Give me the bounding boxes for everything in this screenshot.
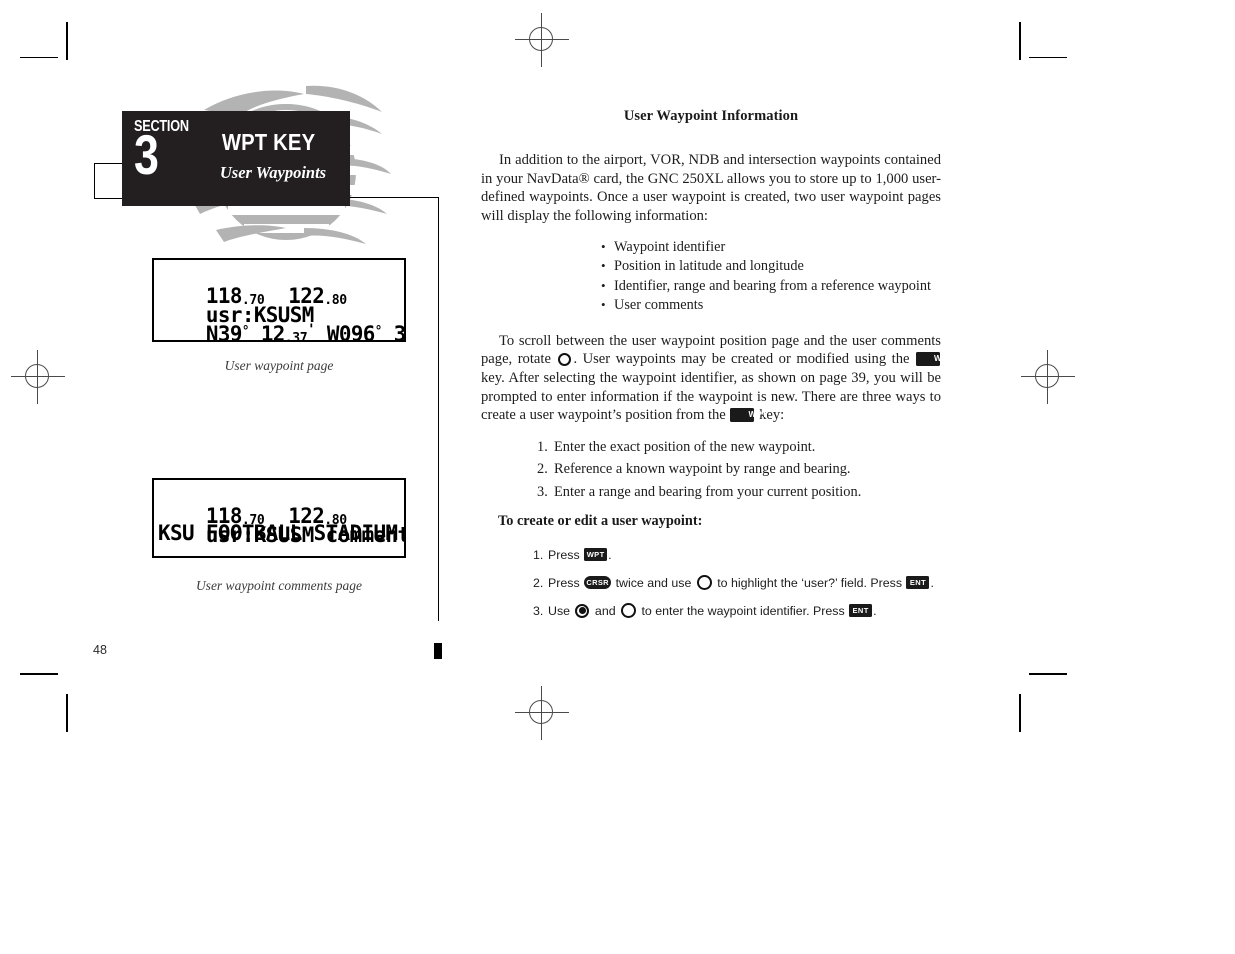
ent-key-icon[interactable]: ENT xyxy=(906,576,930,590)
section-subtitle: User Waypoints xyxy=(219,163,327,182)
wpt-key-icon[interactable]: WPT xyxy=(730,407,767,422)
caption-user-waypoint-page: User waypoint page xyxy=(224,358,334,373)
list-item: Use and to enter the waypoint identifier… xyxy=(533,597,941,625)
step3-part3: to enter the waypoint identifier. Press xyxy=(638,603,849,618)
footer-tab-mark xyxy=(434,643,442,659)
procedure-title: To create or edit a user waypoint: xyxy=(498,512,703,529)
gps-line-comment-text: KSU FOOTBALL STADIUM xyxy=(158,521,398,546)
procedure-step-list: Press WPT. Press CRSR twice and use to h… xyxy=(481,541,941,625)
creation-methods-list: Enter the exact position of the new wayp… xyxy=(481,436,941,504)
list-item: Identifier, range and bearing from a ref… xyxy=(601,276,941,296)
step2-part3: to highlight the ‘user?’ field. Press xyxy=(713,575,906,590)
crsr-key-icon[interactable]: CRSR xyxy=(584,576,612,590)
section-header: SECTION 3 WPT KEY User Waypoints xyxy=(122,111,350,206)
list-item: Enter a range and bearing from your curr… xyxy=(537,481,862,504)
step2-part2: twice and use xyxy=(612,575,695,590)
waypoint-info-bullet-list: Waypoint identifier Position in latitude… xyxy=(481,237,941,315)
crop-mark-bottom-left-horizontal xyxy=(20,673,58,675)
ref-gap xyxy=(277,341,301,342)
from-waypoint: KTOP xyxy=(230,341,278,342)
crop-mark-top-left-horizontal xyxy=(20,56,58,59)
outer-knob-icon xyxy=(621,603,637,619)
registration-circle xyxy=(529,27,553,51)
outer-knob-icon xyxy=(558,352,572,366)
page-number: 48 xyxy=(93,643,107,657)
scroll-instructions-paragraph: To scroll between the user waypoint posi… xyxy=(481,332,953,425)
list-item: Press CRSR twice and use to highlight th… xyxy=(533,569,941,597)
para2-part2: . User waypoints may be created or modif… xyxy=(573,351,915,368)
list-item: Reference a known waypoint by range and … xyxy=(537,458,851,481)
registration-target-left xyxy=(11,350,65,404)
step1-part2: . xyxy=(608,547,612,562)
crop-mark-bottom-right-vertical xyxy=(1019,694,1021,732)
registration-target-top xyxy=(515,13,569,67)
step3-part4: . xyxy=(873,603,877,618)
list-item: User comments xyxy=(601,295,941,315)
registration-target-right xyxy=(1021,350,1075,404)
list-item: Position in latitude and longitude xyxy=(601,256,941,276)
para2-part3: key. After selecting the waypoint identi… xyxy=(481,369,941,424)
inner-knob-icon xyxy=(575,603,590,618)
step3-part1: Use xyxy=(548,603,574,618)
registration-circle xyxy=(1035,364,1059,388)
crop-mark-bottom-right-horizontal xyxy=(1029,673,1067,675)
registration-circle xyxy=(25,364,49,388)
column-divider-rule xyxy=(437,197,439,621)
crop-mark-top-left-vertical xyxy=(66,22,68,60)
bearing-whole: 275 xyxy=(301,341,337,342)
crop-mark-top-right-horizontal xyxy=(1029,56,1067,59)
section-title: WPT KEY xyxy=(221,129,316,155)
gps-display-user-waypoint-page: 118.70 122.80 usr:KSUSM N39° 12.37' W096… xyxy=(152,258,406,342)
outer-knob-icon xyxy=(696,575,712,591)
wpt-key-icon[interactable]: WPT xyxy=(916,352,953,366)
registration-target-bottom xyxy=(515,686,569,740)
step2-part4: . xyxy=(930,575,934,590)
intro-paragraph: In addition to the airport, VOR, NDB and… xyxy=(481,152,941,224)
crop-mark-top-right-vertical xyxy=(1019,22,1021,60)
crop-mark-bottom-left-vertical xyxy=(66,694,68,732)
page-title: User Waypoint Information xyxy=(623,108,799,124)
registration-circle xyxy=(529,700,553,724)
ref-gap2 xyxy=(359,341,371,342)
caption-user-waypoint-comments-page: User waypoint comments page xyxy=(195,578,363,593)
step2-part1: Press xyxy=(548,575,584,590)
wpt-key-icon[interactable]: WPT xyxy=(584,548,608,562)
step1-part1: Press xyxy=(548,547,584,562)
gps-display-user-waypoint-comments-page: 118.70 122.80 usr:KSUSM comments KSU FOO… xyxy=(152,478,406,558)
list-item: Press WPT. xyxy=(533,541,941,569)
from-colon: : xyxy=(218,341,230,342)
list-item: Enter the exact position of the new wayp… xyxy=(537,436,816,459)
list-item: Waypoint identifier xyxy=(601,237,941,257)
ent-key-icon[interactable]: ENT xyxy=(849,604,873,618)
step3-part2: and xyxy=(591,603,620,618)
body-column: User Waypoint Information In addition to… xyxy=(481,108,953,625)
range-whole: 45 xyxy=(371,341,395,342)
gps-line-reference: fr:KTOP 275.9° 45.9nm xyxy=(158,322,404,342)
